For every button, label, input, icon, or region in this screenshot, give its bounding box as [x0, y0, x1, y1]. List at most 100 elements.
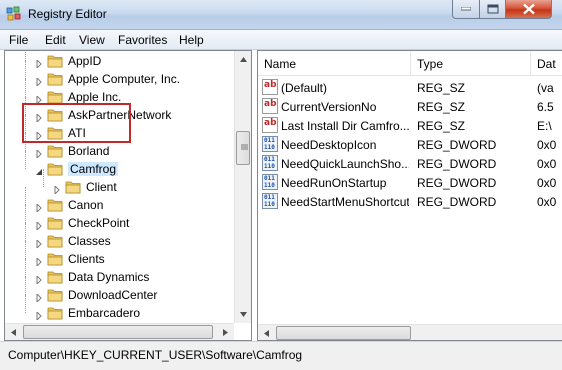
tree-item-label: Clients	[68, 252, 105, 266]
column-header-name[interactable]: Name	[258, 51, 411, 76]
tree-connector-line	[25, 205, 26, 223]
tree-connector-line	[25, 241, 26, 259]
collapsed-arrow-icon[interactable]	[35, 57, 43, 70]
tree-connector-line	[25, 223, 26, 241]
value-row[interactable]: 011 110 NeedDesktopIcon REG_DWORD 0x0	[258, 135, 562, 154]
collapsed-arrow-icon[interactable]	[35, 93, 43, 106]
collapsed-arrow-icon[interactable]	[35, 219, 43, 232]
value-row[interactable]: ab (Default) REG_SZ (va	[258, 78, 562, 97]
menu-bar: File Edit View Favorites Help	[0, 30, 562, 50]
tree-item-label: Client	[86, 180, 117, 194]
string-value-icon: ab	[262, 117, 278, 133]
expanded-arrow-icon[interactable]	[35, 165, 43, 175]
values-horizontal-thumb[interactable]	[276, 326, 411, 340]
collapsed-arrow-icon[interactable]	[35, 201, 43, 214]
value-row[interactable]: 011 110 NeedStartMenuShortcut REG_DWORD 0x0	[258, 192, 562, 211]
scroll-left-arrow-icon[interactable]	[258, 325, 275, 340]
tree-item[interactable]: Classes	[5, 223, 236, 250]
value-data: E:\	[537, 119, 552, 133]
value-data: 6.5	[537, 100, 554, 114]
value-name: NeedQuickLaunchSho...	[281, 157, 409, 171]
menu-edit[interactable]: Edit	[45, 33, 66, 47]
collapsed-arrow-icon[interactable]	[35, 255, 43, 268]
value-row[interactable]: ab CurrentVersionNo REG_SZ 6.5	[258, 97, 562, 116]
tree-vertical-scrollbar[interactable]	[234, 51, 251, 323]
value-row[interactable]: 011 110 NeedQuickLaunchSho... REG_DWORD 0x0	[258, 154, 562, 173]
tree-scroll-left-arrow-icon[interactable]	[5, 324, 22, 341]
collapsed-arrow-icon[interactable]	[35, 147, 43, 160]
tree-scroll-right-arrow-icon[interactable]	[217, 324, 234, 341]
collapsed-arrow-icon[interactable]	[35, 237, 43, 250]
tree-item[interactable]: Embarcadero	[5, 295, 236, 322]
minimize-icon	[461, 7, 471, 11]
collapsed-arrow-icon[interactable]	[35, 75, 43, 88]
folder-icon	[47, 270, 64, 284]
collapsed-arrow-icon[interactable]	[35, 291, 43, 304]
value-row[interactable]: 011 110 NeedRunOnStartup REG_DWORD 0x0	[258, 173, 562, 192]
collapsed-arrow-icon[interactable]	[53, 183, 61, 196]
tree-connector-line	[25, 79, 26, 97]
folder-icon	[47, 90, 64, 104]
tree-horizontal-thumb[interactable]	[23, 325, 213, 339]
folder-icon	[47, 288, 64, 302]
menu-file[interactable]: File	[9, 33, 28, 47]
value-type: REG_SZ	[417, 119, 466, 133]
tree-item[interactable]: Borland	[5, 133, 236, 160]
annotation-highlight-box	[22, 103, 131, 143]
title-bar: Registry Editor	[0, 0, 562, 30]
value-type: REG_DWORD	[417, 176, 497, 190]
value-data: 0x0	[537, 195, 557, 209]
folder-icon	[47, 198, 64, 212]
collapsed-arrow-icon[interactable]	[35, 273, 43, 286]
value-type: REG_DWORD	[417, 195, 497, 209]
maximize-button[interactable]	[479, 0, 506, 19]
menu-view[interactable]: View	[79, 33, 105, 47]
menu-help[interactable]: Help	[179, 33, 204, 47]
tree-vertical-thumb[interactable]	[236, 131, 250, 165]
tree-item-label: Borland	[68, 144, 110, 158]
registry-editor-icon	[6, 6, 21, 21]
value-name: NeedStartMenuShortcut	[281, 195, 409, 209]
tree-connector-line	[25, 151, 26, 169]
value-row[interactable]: ab Last Install Dir Camfro... REG_SZ E:\	[258, 116, 562, 135]
tree-item[interactable]: Client	[5, 169, 236, 196]
tree-item[interactable]: Apple Computer, Inc.	[5, 61, 236, 88]
tree-item[interactable]: Canon	[5, 187, 236, 214]
tree-item[interactable]: Data Dynamics	[5, 259, 236, 286]
folder-icon	[47, 252, 64, 266]
dword-value-icon: 011 110	[262, 155, 278, 171]
minimize-button[interactable]	[452, 0, 480, 19]
string-value-icon: ab	[262, 79, 278, 95]
close-button[interactable]	[505, 0, 552, 19]
tree-connector-line	[25, 295, 26, 313]
tree-horizontal-scrollbar[interactable]	[5, 323, 234, 340]
tree-item[interactable]: Clients	[5, 241, 236, 268]
tree-item[interactable]: Camfrog	[5, 151, 236, 178]
tree-item-label: Classes	[68, 234, 111, 248]
tree-item[interactable]: DownloadCenter	[5, 277, 236, 304]
menu-favorites[interactable]: Favorites	[118, 33, 167, 47]
value-name: CurrentVersionNo	[281, 100, 377, 114]
tree-item-label: CheckPoint	[68, 216, 130, 230]
scroll-down-arrow-icon[interactable]	[235, 306, 251, 323]
column-header-type[interactable]: Type	[411, 51, 531, 76]
registry-values-list[interactable]: Name Type Dat ab (Default) REG_SZ (va ab Curr…	[257, 50, 562, 341]
dword-value-icon: 011 110	[262, 174, 278, 190]
value-data: (va	[537, 81, 554, 95]
collapsed-arrow-icon[interactable]	[35, 309, 43, 322]
folder-icon	[47, 162, 64, 176]
value-type: REG_SZ	[417, 81, 466, 95]
close-icon	[522, 3, 535, 15]
registry-key-tree[interactable]: AppID Apple Computer, Inc. Apple Inc. AskPa…	[4, 50, 252, 341]
values-horizontal-scrollbar[interactable]	[258, 324, 562, 340]
value-data: 0x0	[537, 138, 557, 152]
status-bar: Computer\HKEY_CURRENT_USER\Software\Camf…	[0, 341, 562, 370]
tree-connector-line	[25, 187, 26, 205]
scroll-up-arrow-icon[interactable]	[235, 51, 251, 68]
tree-item[interactable]: CheckPoint	[5, 205, 236, 232]
tree-item-label: Data Dynamics	[68, 270, 150, 284]
tree-item-label: Apple Computer, Inc.	[68, 72, 181, 86]
column-header-data[interactable]: Dat	[531, 51, 562, 76]
tree-item[interactable]: AppID	[5, 51, 236, 70]
tree-item-label: Apple Inc.	[68, 90, 122, 104]
